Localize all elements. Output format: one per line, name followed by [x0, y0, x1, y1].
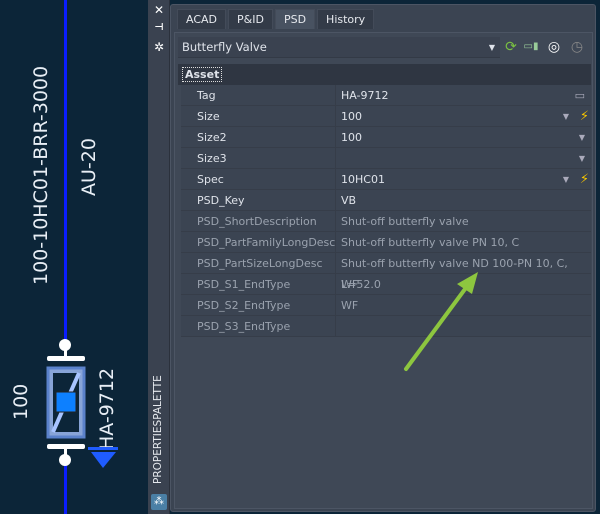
chevron-down-icon[interactable]: ▼: [563, 106, 569, 127]
property-row[interactable]: Size2 100 ▼: [181, 127, 591, 148]
property-value-text: 10HC01: [341, 173, 385, 186]
property-value[interactable]: Shut-off butterfly valve PN 10, C: [336, 232, 591, 252]
history-icon[interactable]: ◷: [568, 38, 586, 56]
area-label: AU-20: [78, 138, 100, 196]
property-value-text: WF: [341, 278, 359, 291]
assign-tag-icon[interactable]: ▭▮: [522, 38, 540, 56]
property-label: PSD_S3_EndType: [181, 316, 336, 336]
property-label: Tag: [181, 85, 336, 105]
section-header-asset[interactable]: Asset: [178, 64, 591, 85]
class-dropdown-value: Butterfly Valve: [182, 40, 267, 54]
property-value[interactable]: [336, 316, 591, 336]
tab-pid[interactable]: P&ID: [228, 9, 273, 29]
property-row[interactable]: Tag HA-9712 ▭: [181, 85, 591, 106]
butterfly-valve-symbol[interactable]: [0, 330, 148, 514]
property-label: Spec: [181, 169, 336, 189]
property-label: PSD_S2_EndType: [181, 295, 336, 315]
property-value[interactable]: Shut-off butterfly valve: [336, 211, 591, 231]
chevron-down-icon[interactable]: ▼: [579, 127, 585, 148]
property-value[interactable]: WF: [336, 295, 591, 315]
compare-icon[interactable]: ◎: [545, 38, 563, 56]
property-row[interactable]: Size 100 ▼ ⚡: [181, 106, 591, 127]
tab-psd[interactable]: PSD: [274, 9, 316, 29]
property-row[interactable]: PSD_ShortDescription Shut-off butterfly v…: [181, 211, 591, 232]
app-icon[interactable]: ⁂: [151, 494, 167, 510]
property-value[interactable]: 100 ▼: [336, 127, 591, 147]
property-value[interactable]: Shut-off butterfly valve ND 100-PN 10, C…: [336, 253, 591, 291]
line-number-label: 100-10HC01-BRR-3000: [30, 65, 52, 285]
property-value-text: 100: [341, 131, 362, 144]
property-value[interactable]: 10HC01 ▼ ⚡: [336, 169, 591, 189]
property-row[interactable]: PSD_S1_EndType WF: [181, 274, 591, 295]
tab-acad[interactable]: ACAD: [177, 9, 227, 29]
class-dropdown[interactable]: Butterfly Valve ▼: [178, 37, 500, 58]
property-grid: Tag HA-9712 ▭ Size 100 ▼ ⚡ Size2 100 ▼ Size3 ▼ Spec 1…: [181, 85, 591, 337]
property-value[interactable]: WF: [336, 274, 591, 294]
property-label: Size2: [181, 127, 336, 147]
chevron-down-icon[interactable]: ▼: [579, 148, 585, 169]
property-value[interactable]: HA-9712 ▭: [336, 85, 591, 105]
property-value-text: Shut-off butterfly valve PN 10, C: [341, 236, 520, 249]
pipe-line[interactable]: [64, 0, 67, 345]
property-value[interactable]: ▼: [336, 148, 591, 168]
property-row[interactable]: Size3 ▼: [181, 148, 591, 169]
palette-title: PROPERTIESPALETTE: [152, 375, 164, 484]
edit-button-icon[interactable]: ▭: [575, 85, 585, 106]
property-row[interactable]: PSD_PartFamilyLongDesc Shut-off butterfly…: [181, 232, 591, 253]
drawing-canvas[interactable]: 100-10HC01-BRR-3000 AU-20 100 HA-9712: [0, 0, 148, 514]
pin-icon[interactable]: ⊣: [153, 22, 165, 33]
refresh-icon[interactable]: ⟳: [502, 38, 520, 56]
property-label: PSD_ShortDescription: [181, 211, 336, 231]
property-value-text: VB: [341, 194, 357, 207]
property-label: PSD_S1_EndType: [181, 274, 336, 294]
property-row[interactable]: PSD_Key VB: [181, 190, 591, 211]
property-label: Size3: [181, 148, 336, 168]
properties-palette: ACAD P&ID PSD History Butterfly Valve ▼ ⟳…: [170, 4, 596, 512]
property-row[interactable]: PSD_PartSizeLongDesc Shut-off butterfly v…: [181, 253, 591, 291]
property-value-text: Shut-off butterfly valve: [341, 215, 469, 228]
property-label: Size: [181, 106, 336, 126]
property-label: PSD_PartSizeLongDesc: [181, 253, 336, 273]
tab-bar: ACAD P&ID PSD History: [177, 9, 375, 29]
palette-side-strip: ✕ ⊣ ✲ PROPERTIESPALETTE ⁂: [148, 0, 170, 514]
property-row[interactable]: Spec 10HC01 ▼ ⚡: [181, 169, 591, 190]
chevron-down-icon: ▼: [488, 43, 495, 52]
property-value[interactable]: VB: [336, 190, 591, 210]
lightning-icon[interactable]: ⚡: [580, 169, 589, 190]
chevron-down-icon[interactable]: ▼: [563, 169, 569, 190]
property-label: PSD_PartFamilyLongDesc: [181, 232, 336, 252]
lightning-icon[interactable]: ⚡: [580, 106, 589, 127]
property-label: PSD_Key: [181, 190, 336, 210]
section-title: Asset: [182, 67, 223, 82]
property-value[interactable]: 100 ▼ ⚡: [336, 106, 591, 126]
property-row[interactable]: PSD_S3_EndType: [181, 316, 591, 337]
property-row[interactable]: PSD_S2_EndType WF: [181, 295, 591, 316]
property-value-text: 100: [341, 110, 362, 123]
tab-history[interactable]: History: [317, 9, 375, 29]
property-value-text: WF: [341, 299, 359, 312]
close-icon[interactable]: ✕: [153, 3, 165, 17]
psd-tab-content: Butterfly Valve ▼ ⟳ ▭▮ ◎ ◷ Asset Tag HA-97…: [174, 32, 593, 509]
property-value-text: HA-9712: [341, 89, 389, 102]
settings-icon[interactable]: ✲: [153, 40, 165, 54]
